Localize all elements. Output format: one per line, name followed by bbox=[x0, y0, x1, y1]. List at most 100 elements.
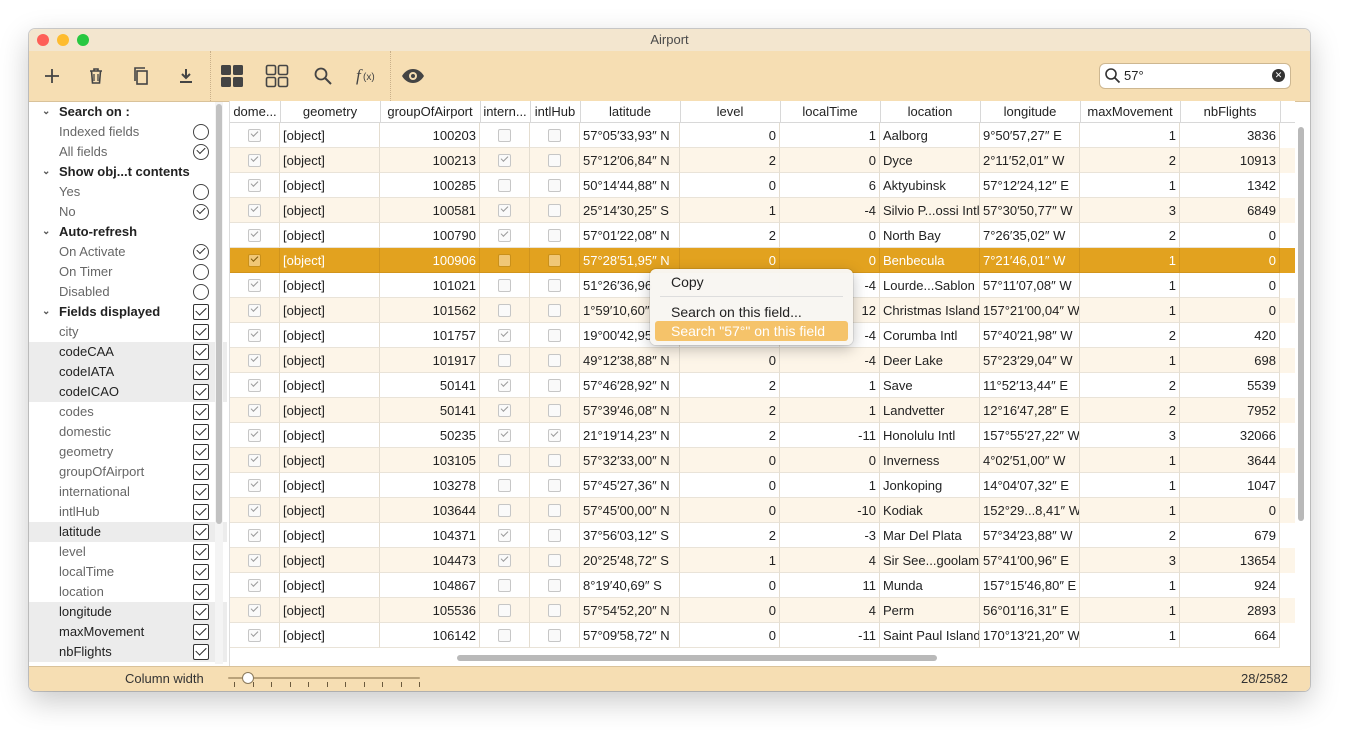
table-cell[interactable]: 57°39′46,08″ N bbox=[580, 398, 680, 423]
grid-view-button[interactable] bbox=[217, 61, 247, 91]
table-cell[interactable]: Aktyubinsk bbox=[880, 173, 980, 198]
table-cell[interactable]: 1 bbox=[1080, 448, 1180, 473]
table-cell[interactable] bbox=[530, 173, 580, 198]
table-cell[interactable]: 664 bbox=[1180, 623, 1280, 648]
checkbox[interactable] bbox=[498, 454, 511, 468]
table-cell[interactable] bbox=[230, 423, 280, 448]
checkbox[interactable] bbox=[248, 429, 261, 443]
function-button[interactable]: f (x) bbox=[353, 61, 383, 91]
sidebar-section-header[interactable]: ⌄ Auto-refresh bbox=[29, 222, 227, 242]
table-cell[interactable]: 1 bbox=[1080, 498, 1180, 523]
table-cell[interactable]: 7°26′35,02″ W bbox=[980, 223, 1080, 248]
table-cell[interactable]: Inverness bbox=[880, 448, 980, 473]
table-cell[interactable]: 0 bbox=[780, 148, 880, 173]
table-row[interactable]: [object] 100285 50°14′44,88″ N 0 6 Aktyubinsk… bbox=[230, 173, 1295, 198]
table-cell[interactable]: 57°12′24,12″ E bbox=[980, 173, 1080, 198]
search-input[interactable] bbox=[1124, 66, 1269, 84]
table-cell[interactable] bbox=[230, 598, 280, 623]
grid-vertical-scrollbar[interactable] bbox=[1296, 123, 1306, 663]
checkbox[interactable] bbox=[248, 554, 261, 568]
checkbox[interactable] bbox=[248, 454, 261, 468]
table-row[interactable]: [object] 50141 57°46′28,92″ N 2 1 Save 11°52′1… bbox=[230, 373, 1295, 398]
table-cell[interactable] bbox=[230, 548, 280, 573]
table-cell[interactable]: [object] bbox=[280, 498, 380, 523]
sidebar-option[interactable]: All fields bbox=[29, 142, 227, 162]
table-cell[interactable]: 4 bbox=[780, 548, 880, 573]
table-cell[interactable]: 2 bbox=[1080, 398, 1180, 423]
checkbox[interactable] bbox=[193, 464, 209, 480]
table-cell[interactable]: 10913 bbox=[1180, 148, 1280, 173]
table-cell[interactable]: 924 bbox=[1180, 573, 1280, 598]
table-cell[interactable] bbox=[480, 298, 530, 323]
table-cell[interactable] bbox=[480, 448, 530, 473]
table-cell[interactable] bbox=[480, 198, 530, 223]
table-cell[interactable]: 101917 bbox=[380, 348, 480, 373]
table-cell[interactable]: 8°19′40,69″ S bbox=[580, 573, 680, 598]
table-cell[interactable]: 0 bbox=[780, 223, 880, 248]
checkbox[interactable] bbox=[548, 479, 561, 493]
table-cell[interactable]: 2°11′52,01″ W bbox=[980, 148, 1080, 173]
sidebar-option[interactable]: codeCAA bbox=[29, 342, 227, 362]
checkbox[interactable] bbox=[548, 129, 561, 143]
table-cell[interactable]: 100581 bbox=[380, 198, 480, 223]
table-cell[interactable] bbox=[230, 448, 280, 473]
table-cell[interactable] bbox=[530, 273, 580, 298]
table-cell[interactable]: 14°04′07,32″ E bbox=[980, 473, 1080, 498]
chevron-down-icon[interactable]: ⌄ bbox=[42, 102, 50, 122]
table-cell[interactable]: 106142 bbox=[380, 623, 480, 648]
table-cell[interactable] bbox=[530, 298, 580, 323]
table-cell[interactable] bbox=[230, 348, 280, 373]
table-cell[interactable] bbox=[230, 223, 280, 248]
sidebar-option[interactable]: Yes bbox=[29, 182, 227, 202]
table-cell[interactable]: 1 bbox=[1080, 173, 1180, 198]
checkbox[interactable] bbox=[548, 454, 561, 468]
checkbox[interactable] bbox=[498, 529, 511, 543]
checkbox[interactable] bbox=[498, 204, 511, 218]
table-cell[interactable]: 100213 bbox=[380, 148, 480, 173]
radio-button[interactable] bbox=[193, 204, 209, 220]
table-cell[interactable]: [object] bbox=[280, 323, 380, 348]
sidebar-option[interactable]: On Timer bbox=[29, 262, 227, 282]
table-row[interactable]: [object] 100790 57°01′22,08″ N 2 0 North Bay 7… bbox=[230, 223, 1295, 248]
table-cell[interactable] bbox=[230, 173, 280, 198]
table-cell[interactable]: 104371 bbox=[380, 523, 480, 548]
table-cell[interactable]: Landvetter bbox=[880, 398, 980, 423]
checkbox[interactable] bbox=[548, 279, 561, 293]
sidebar-option[interactable]: codes bbox=[29, 402, 227, 422]
sidebar-scrollbar[interactable] bbox=[215, 102, 223, 664]
sidebar-section-header[interactable]: ⌄ Show obj...t contents bbox=[29, 162, 227, 182]
sidebar-scroll-thumb[interactable] bbox=[216, 104, 222, 524]
table-cell[interactable]: 2 bbox=[680, 398, 780, 423]
sidebar-option[interactable]: nbFlights bbox=[29, 642, 227, 662]
checkbox[interactable] bbox=[248, 154, 261, 168]
column-header[interactable]: intern... bbox=[480, 101, 531, 122]
table-cell[interactable] bbox=[230, 323, 280, 348]
checkbox[interactable] bbox=[498, 554, 511, 568]
sidebar-option[interactable]: codeIATA bbox=[29, 362, 227, 382]
download-button[interactable] bbox=[171, 61, 201, 91]
checkbox[interactable] bbox=[498, 379, 511, 393]
checkbox[interactable] bbox=[193, 624, 209, 640]
table-cell[interactable]: [object] bbox=[280, 173, 380, 198]
table-cell[interactable] bbox=[480, 373, 530, 398]
sidebar-option[interactable]: domestic bbox=[29, 422, 227, 442]
menu-item-copy[interactable]: Copy bbox=[650, 272, 853, 292]
checkbox[interactable] bbox=[548, 554, 561, 568]
checkbox[interactable] bbox=[193, 484, 209, 500]
column-header[interactable]: dome... bbox=[230, 101, 281, 122]
table-cell[interactable] bbox=[530, 448, 580, 473]
checkbox[interactable] bbox=[498, 154, 511, 168]
checkbox[interactable] bbox=[498, 479, 511, 493]
checkbox[interactable] bbox=[193, 384, 209, 400]
table-cell[interactable]: 37°56′03,12″ S bbox=[580, 523, 680, 548]
table-cell[interactable]: 32066 bbox=[1180, 423, 1280, 448]
table-cell[interactable] bbox=[480, 123, 530, 148]
table-cell[interactable] bbox=[230, 498, 280, 523]
table-cell[interactable]: 57°09′58,72″ N bbox=[580, 623, 680, 648]
table-cell[interactable]: 2 bbox=[680, 423, 780, 448]
table-cell[interactable]: 57°01′22,08″ N bbox=[580, 223, 680, 248]
checkbox[interactable] bbox=[548, 629, 561, 643]
checkbox[interactable] bbox=[548, 204, 561, 218]
table-cell[interactable] bbox=[480, 173, 530, 198]
checkbox[interactable] bbox=[248, 279, 261, 293]
